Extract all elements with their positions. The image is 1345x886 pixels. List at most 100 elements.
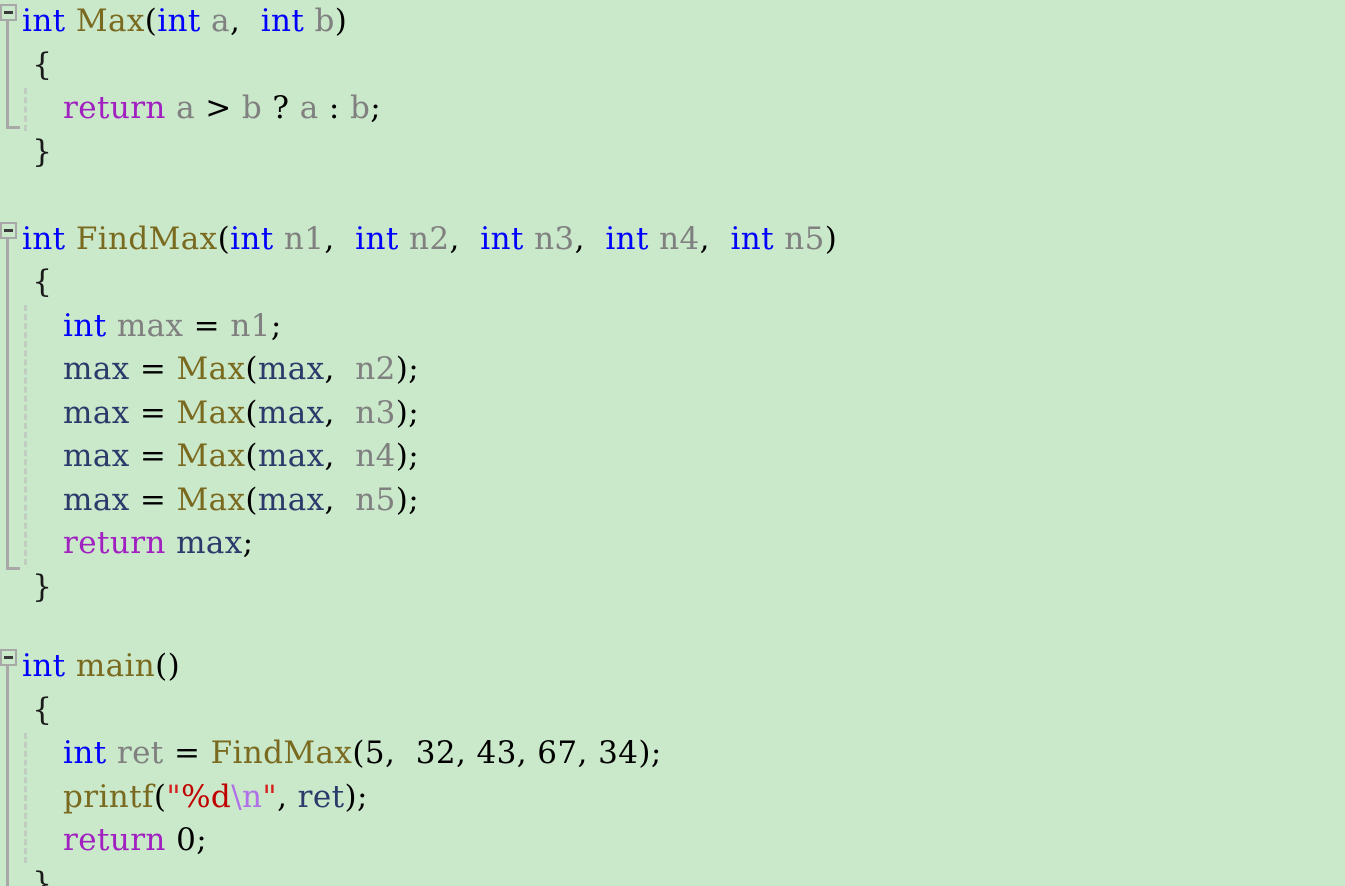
token-punct: ( (352, 735, 365, 771)
code-line-text: int main() (0, 645, 1345, 689)
code-line[interactable] (0, 174, 1345, 218)
token-var: n1 (230, 307, 271, 344)
code-line[interactable]: { (0, 261, 1345, 305)
token-func: Max (176, 438, 246, 474)
token-keyword: int (355, 220, 399, 257)
token-punct (22, 308, 63, 344)
code-line[interactable]: max = Max(max, n4); (0, 435, 1345, 479)
code-line[interactable]: int Max(int a, int b) (0, 0, 1345, 44)
token-punct: , (516, 735, 528, 771)
token-var: max (116, 307, 184, 344)
token-esc: \n (231, 778, 263, 815)
token-punct: ( (144, 3, 158, 39)
token-num: 0 (176, 822, 197, 858)
token-punct: ( (245, 351, 258, 387)
token-punct (22, 525, 63, 561)
token-punct (287, 779, 297, 815)
code-line[interactable]: int max = n1; (0, 305, 1345, 349)
code-editor-canvas[interactable]: int Max(int a, int b) { return a > b ? a… (0, 0, 1345, 886)
token-keyword: int (63, 735, 107, 771)
code-line-text: max = Max(max, n5); (0, 479, 1345, 523)
token-punct (335, 395, 356, 431)
code-line[interactable]: return a > b ? a : b; (0, 87, 1345, 131)
code-line-text: return 0; (0, 819, 1345, 863)
token-punct (166, 525, 176, 561)
code-line[interactable]: return max; (0, 522, 1345, 566)
token-punct (335, 221, 356, 257)
token-punct (340, 90, 350, 126)
token-punct (166, 482, 176, 518)
token-punct (319, 90, 329, 126)
token-var: ret (116, 735, 164, 771)
token-punct: ; (408, 351, 420, 387)
token-punct (588, 735, 598, 771)
token-punct: , (229, 3, 241, 39)
token-punct: = (139, 481, 167, 518)
token-punct (304, 3, 314, 39)
token-punct: ; (356, 778, 368, 815)
code-line[interactable]: int main() (0, 645, 1345, 689)
code-line-text: int FindMax(int n1, int n2, int n3, int … (0, 218, 1345, 262)
token-punct (22, 779, 63, 815)
token-punct (22, 438, 63, 474)
token-local: max (63, 351, 130, 387)
code-line[interactable]: { (0, 689, 1345, 733)
code-line[interactable]: } (0, 566, 1345, 610)
token-quote: " (262, 778, 278, 815)
token-punct (22, 351, 63, 387)
token-var: n3 (534, 220, 575, 257)
token-punct: , (574, 220, 585, 257)
token-keyword: int (22, 648, 66, 684)
code-line-text: } (0, 131, 1345, 175)
code-line[interactable]: } (0, 863, 1345, 886)
code-line[interactable]: } (0, 131, 1345, 175)
token-punct (130, 438, 140, 474)
token-keyword: int (22, 220, 66, 257)
token-punct (335, 438, 356, 474)
token-brace: } (32, 865, 53, 886)
token-punct: , (577, 735, 588, 771)
code-line[interactable]: max = Max(max, n3); (0, 392, 1345, 436)
token-punct (274, 221, 284, 257)
token-punct (22, 482, 63, 518)
token-str: %d (181, 778, 232, 815)
fold-marker-main[interactable] (0, 649, 17, 666)
code-line-text: max = Max(max, n2); (0, 348, 1345, 392)
token-punct: , (324, 351, 335, 387)
token-punct (460, 221, 481, 257)
fold-marker-findmax[interactable] (0, 222, 17, 239)
code-line[interactable]: return 0; (0, 819, 1345, 863)
token-func: Max (176, 351, 246, 387)
token-control: return (63, 525, 166, 561)
token-var: a (176, 90, 195, 126)
token-brace: } (32, 568, 53, 605)
token-punct (289, 90, 299, 126)
token-var: a (211, 3, 230, 39)
code-line[interactable]: int FindMax(int n1, int n2, int n3, int … (0, 218, 1345, 262)
token-punct: ? (272, 90, 290, 126)
token-punct (22, 822, 63, 858)
token-punct (107, 308, 117, 344)
code-line[interactable]: int ret = FindMax(5, 32, 43, 67, 34); (0, 732, 1345, 776)
token-local: max (63, 481, 130, 518)
code-line[interactable]: max = Max(max, n5); (0, 479, 1345, 523)
token-quote: " (166, 778, 182, 815)
token-punct: ) (395, 438, 409, 474)
code-line-text: max = Max(max, n3); (0, 392, 1345, 436)
token-punct: : (328, 90, 340, 126)
token-punct (649, 221, 659, 257)
token-punct: , (324, 481, 335, 518)
token-control: return (63, 822, 166, 858)
token-local: max (257, 394, 325, 431)
token-punct: > (205, 90, 232, 126)
code-line[interactable]: max = Max(max, n2); (0, 348, 1345, 392)
fold-marker-max[interactable] (0, 4, 17, 21)
token-keyword: int (157, 3, 201, 39)
token-punct: ; (408, 438, 420, 474)
token-punct (399, 221, 409, 257)
code-line[interactable]: printf("%d\n", ret); (0, 776, 1345, 820)
token-punct (22, 569, 32, 605)
code-line[interactable]: { (0, 44, 1345, 88)
token-punct (22, 735, 63, 771)
token-keyword: int (22, 3, 66, 39)
